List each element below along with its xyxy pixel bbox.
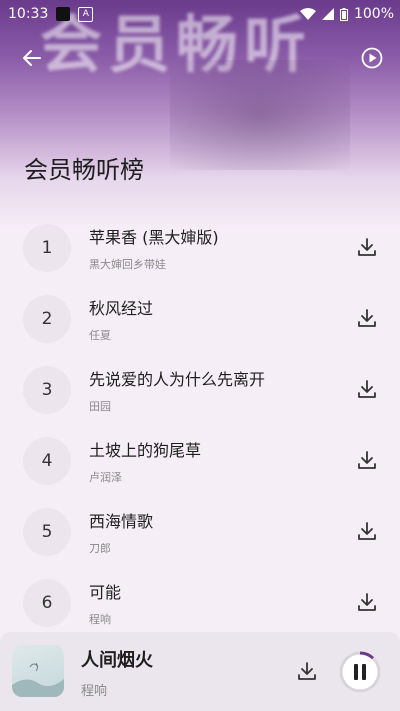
- pause-button[interactable]: [338, 650, 382, 694]
- list-item[interactable]: 5 西海情歌 刀郎: [0, 482, 400, 556]
- song-title: 秋风经过: [89, 299, 154, 318]
- header-banner: 会员畅听: [0, 0, 400, 230]
- download-icon[interactable]: [356, 307, 378, 329]
- song-artist: 程响: [89, 613, 111, 626]
- pause-icon: [354, 664, 358, 680]
- download-icon[interactable]: [296, 660, 318, 682]
- download-icon[interactable]: [356, 520, 378, 542]
- battery-icon: [339, 7, 348, 21]
- page-title: 会员畅听榜: [24, 156, 144, 184]
- song-title: 西海情歌: [89, 512, 154, 531]
- download-icon[interactable]: [356, 449, 378, 471]
- list-item[interactable]: 4 土坡上的狗尾草 卢润泽: [0, 411, 400, 485]
- play-all-button[interactable]: [358, 44, 386, 72]
- song-title: 苹果香 (黑大婶版): [89, 228, 219, 247]
- battery-level: 100%: [353, 6, 394, 22]
- list-item[interactable]: 1 苹果香 (黑大婶版) 黑大婶回乡带娃: [0, 198, 400, 272]
- download-icon[interactable]: [356, 591, 378, 613]
- notification-icon: [56, 7, 71, 21]
- song-title: 土坡上的狗尾草: [89, 441, 202, 460]
- wifi-icon: [299, 8, 316, 20]
- rank-badge: 5: [23, 508, 71, 556]
- signal-icon: [321, 8, 334, 20]
- now-playing-artist: 程响: [81, 684, 108, 699]
- album-art-image: [12, 662, 64, 697]
- back-arrow-icon: [23, 50, 41, 66]
- rank-badge: 1: [23, 224, 71, 272]
- play-circle-icon: [361, 47, 383, 69]
- song-list: 1 苹果香 (黑大婶版) 黑大婶回乡带娃 2 秋风经过 任夏 3 先说爱的人为什…: [0, 198, 400, 627]
- list-item[interactable]: 6 可能 程响: [0, 553, 400, 627]
- rank-badge: 3: [23, 366, 71, 414]
- rank-badge: 6: [23, 579, 71, 627]
- top-bar: [0, 40, 400, 76]
- status-time: 10:33: [8, 6, 49, 22]
- list-item[interactable]: 2 秋风经过 任夏: [0, 269, 400, 343]
- now-playing-title: 人间烟火: [81, 650, 153, 671]
- status-bar: 10:33 A 100%: [0, 0, 400, 28]
- back-button[interactable]: [18, 44, 46, 72]
- song-title: 可能: [89, 583, 122, 602]
- album-cover[interactable]: [12, 645, 64, 697]
- rank-badge: 2: [23, 295, 71, 343]
- download-icon[interactable]: [356, 236, 378, 258]
- list-item[interactable]: 3 先说爱的人为什么先离开 田园: [0, 340, 400, 414]
- download-icon[interactable]: [356, 378, 378, 400]
- rank-badge: 4: [23, 437, 71, 485]
- notification-a-icon: A: [78, 6, 94, 22]
- banner-image-shade: [170, 60, 350, 170]
- song-title: 先说爱的人为什么先离开: [89, 370, 266, 389]
- mini-player[interactable]: 人间烟火 程响: [0, 632, 400, 711]
